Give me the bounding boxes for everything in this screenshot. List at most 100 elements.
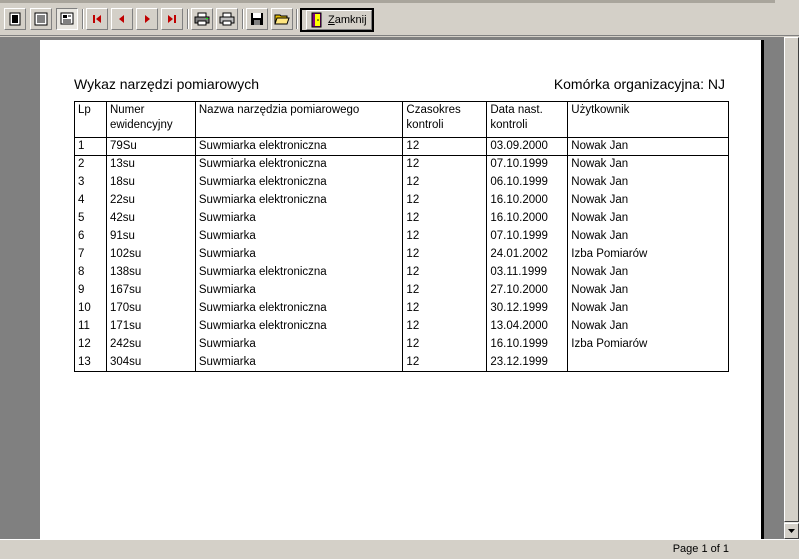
multi-page-icon xyxy=(34,12,48,26)
table-row: 3 18su Suwmiarka elektroniczna 12 06.10.1999… xyxy=(74,173,729,192)
prev-page-button[interactable] xyxy=(111,8,133,30)
table-cell: 12 xyxy=(402,137,488,156)
last-page-button[interactable] xyxy=(161,8,183,30)
column-header-line: Data nast. xyxy=(490,104,543,116)
table-row: 11 171su Suwmiarka elektroniczna 12 13.04.20… xyxy=(74,317,729,336)
table-header-row: Lp Numer ewidencyjny Nazwa narzędzia pomiar… xyxy=(74,101,729,138)
prev-page-icon xyxy=(119,15,124,23)
print-setup-button[interactable] xyxy=(191,8,213,30)
open-button[interactable] xyxy=(271,8,293,30)
print-button[interactable] xyxy=(216,8,238,30)
table-cell: 12 xyxy=(74,335,107,354)
toolbar-separator xyxy=(242,9,244,29)
table-cell: Suwmiarka elektroniczna xyxy=(194,263,404,282)
table-cell: 102su xyxy=(105,245,196,264)
table-cell: Nowak Jan xyxy=(567,209,729,228)
column-header: Nazwa narzędzia pomiarowego xyxy=(194,101,404,138)
column-header: Data nast. kontroli xyxy=(486,101,569,138)
table-cell: 42su xyxy=(105,209,196,228)
close-button[interactable]: Zamknij xyxy=(300,8,374,32)
vertical-scrollbar[interactable] xyxy=(784,37,799,539)
table-cell: 27.10.2000 xyxy=(486,281,569,300)
scroll-down-button[interactable] xyxy=(784,523,799,539)
table-cell: 13.04.2000 xyxy=(486,317,569,336)
table-cell: Nowak Jan xyxy=(567,155,729,174)
table-cell: Nowak Jan xyxy=(567,263,729,282)
table-cell: 07.10.1999 xyxy=(486,227,569,246)
report-table: Lp Numer ewidencyjny Nazwa narzędzia pomiar… xyxy=(74,101,729,372)
table-cell: 9 xyxy=(74,281,107,300)
table-cell: 171su xyxy=(105,317,196,336)
table-cell: 12 xyxy=(402,263,488,282)
toolbar-separator xyxy=(296,9,298,29)
table-cell xyxy=(567,353,729,372)
table-cell: 1 xyxy=(74,137,107,156)
save-button[interactable] xyxy=(246,8,268,30)
table-cell: 12 xyxy=(402,299,488,318)
table-cell: Suwmiarka xyxy=(194,209,404,228)
table-cell: 16.10.2000 xyxy=(486,209,569,228)
table-cell: 16.10.2000 xyxy=(486,191,569,210)
table-row: 1 79Su Suwmiarka elektroniczna 12 03.09.2000… xyxy=(74,137,729,156)
table-cell: 4 xyxy=(74,191,107,210)
table-cell: Nowak Jan xyxy=(567,299,729,318)
table-cell: Nowak Jan xyxy=(567,281,729,300)
column-header-line: Użytkownik xyxy=(571,104,630,116)
table-cell: 03.11.1999 xyxy=(486,263,569,282)
table-cell: Izba Pomiarów xyxy=(567,335,729,354)
table-row: 5 42su Suwmiarka 12 16.10.2000 Nowak Jan xyxy=(74,209,729,228)
toolbar-separator xyxy=(187,9,189,29)
table-cell: Suwmiarka elektroniczna xyxy=(194,299,404,318)
table-cell: 18su xyxy=(105,173,196,192)
zoom-icon xyxy=(60,12,74,25)
table-cell: 10 xyxy=(74,299,107,318)
column-header: Czasokres kontroli xyxy=(402,101,488,138)
preview-toolbar: Zamknij xyxy=(0,4,799,36)
table-cell: 5 xyxy=(74,209,107,228)
table-cell: 06.10.1999 xyxy=(486,173,569,192)
table-cell: 2 xyxy=(74,155,107,174)
table-cell: Suwmiarka elektroniczna xyxy=(194,317,404,336)
table-cell: Suwmiarka xyxy=(194,281,404,300)
table-cell: 23.12.1999 xyxy=(486,353,569,372)
printer-icon xyxy=(219,12,235,26)
single-page-icon xyxy=(9,12,21,26)
table-row: 4 22su Suwmiarka elektroniczna 12 16.10.2000… xyxy=(74,191,729,210)
one-page-view-button[interactable] xyxy=(4,8,26,30)
folder-open-icon xyxy=(274,14,290,25)
scrollbar-thumb[interactable] xyxy=(784,37,799,522)
table-cell: Nowak Jan xyxy=(567,173,729,192)
table-cell: 12 xyxy=(402,191,488,210)
table-cell: 13 xyxy=(74,353,107,372)
report-page: Wykaz narzędzi pomiarowych Komórka organ… xyxy=(40,40,764,539)
next-page-icon xyxy=(145,15,150,23)
first-page-button[interactable] xyxy=(86,8,108,30)
table-cell: 03.09.2000 xyxy=(486,137,569,156)
column-header-line: kontroli xyxy=(406,119,444,131)
table-cell: Suwmiarka elektroniczna xyxy=(194,137,404,156)
preview-viewport[interactable]: Wykaz narzędzi pomiarowych Komórka organ… xyxy=(0,37,784,539)
table-cell: Suwmiarka elektroniczna xyxy=(194,191,404,210)
table-row: 2 13su Suwmiarka elektroniczna 12 07.10.1999… xyxy=(74,155,729,174)
table-cell: 138su xyxy=(105,263,196,282)
table-cell: 12 xyxy=(402,173,488,192)
table-cell: Suwmiarka xyxy=(194,227,404,246)
table-cell: 91su xyxy=(105,227,196,246)
table-cell: 12 xyxy=(402,227,488,246)
column-header-line: Numer xyxy=(109,104,145,116)
multi-page-view-button[interactable] xyxy=(30,8,52,30)
window-tab-strip xyxy=(0,0,775,3)
next-page-button[interactable] xyxy=(136,8,158,30)
column-header-line: Czasokres xyxy=(406,104,461,116)
table-cell: 16.10.1999 xyxy=(486,335,569,354)
table-cell: Nowak Jan xyxy=(567,191,729,210)
table-cell: Nowak Jan xyxy=(567,317,729,336)
table-cell: Suwmiarka elektroniczna xyxy=(194,155,404,174)
table-cell: Nowak Jan xyxy=(567,137,729,156)
table-row: 13 304su Suwmiarka 12 23.12.1999 xyxy=(74,353,729,372)
table-cell: 6 xyxy=(74,227,107,246)
table-cell: 12 xyxy=(402,245,488,264)
column-header: Użytkownik xyxy=(567,101,729,138)
zoom-view-button[interactable] xyxy=(56,8,78,30)
table-cell: 8 xyxy=(74,263,107,282)
